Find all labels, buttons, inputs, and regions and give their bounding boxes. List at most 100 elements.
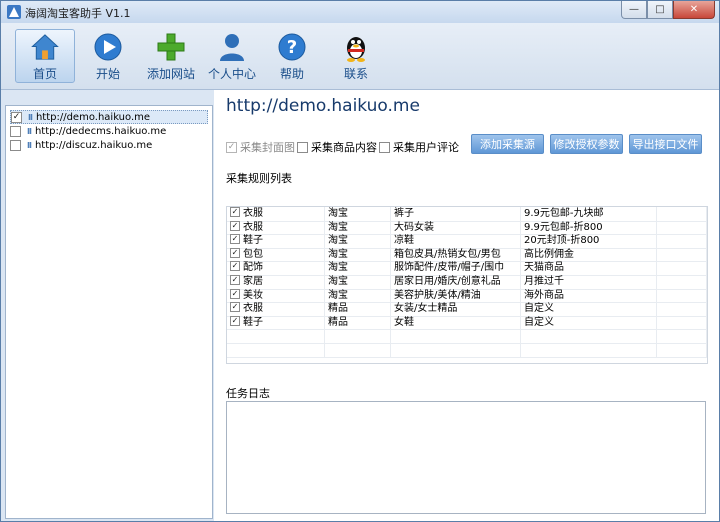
toolbar-personal-center-button[interactable]: 个人中心	[204, 29, 260, 83]
site-url: http://discuz.haikuo.me	[34, 139, 153, 151]
option-checkbox[interactable]	[379, 141, 390, 153]
table-cell	[521, 329, 657, 343]
cell-text: 女装/女士精品	[394, 303, 458, 315]
table-cell	[521, 343, 657, 357]
table-cell: 9.9元包邮-折800	[521, 220, 657, 235]
cell-text: 居家日用/婚庆/创意礼品	[394, 276, 501, 287]
table-row[interactable]: ✓ 衣服 精品 女装/女士精品 自定义	[227, 302, 707, 317]
table-row[interactable]: ✓ 衣服 淘宝 大码女装 9.9元包邮-折800	[227, 220, 707, 236]
toolbar-contact-button[interactable]: 联系	[333, 29, 379, 83]
edit-auth-button[interactable]: 修改授权参数	[550, 134, 623, 154]
table-cell: 大码女装	[391, 220, 521, 235]
rule-checkbox[interactable]: ✓	[230, 315, 240, 326]
option-checkbox[interactable]	[297, 141, 308, 153]
close-button[interactable]: ✕	[673, 1, 715, 19]
table-cell	[657, 275, 707, 289]
table-row[interactable]: ✓ 衣服 淘宝 裤子 9.9元包邮-九块邮	[227, 207, 707, 222]
table-row[interactable]: ✓ 鞋子 淘宝 凉鞋 20元封顶-折800	[227, 234, 707, 249]
table-cell: 淘宝	[325, 261, 391, 275]
toolbar-add-site-label: 添加网站	[146, 67, 195, 81]
table-cell: 箱包皮具/热销女包/男包	[391, 247, 521, 262]
cell-text: 美容护肤/美体/精油	[394, 289, 481, 301]
table-cell: 精品	[325, 315, 391, 330]
table-row[interactable]	[227, 343, 707, 358]
table-cell: 淘宝	[325, 247, 391, 262]
cell-text: 精品	[328, 316, 348, 328]
table-cell: 淘宝	[325, 288, 391, 303]
site-list-item[interactable]: II http://dedecms.haikuo.me	[10, 124, 208, 138]
cell-text: 淘宝	[328, 235, 348, 247]
table-cell: ✓ 包包	[227, 247, 325, 262]
table-cell	[657, 220, 707, 235]
option-checkbox[interactable]: ✓	[226, 141, 237, 153]
cell-text: 精品	[328, 303, 348, 315]
rule-checkbox[interactable]: ✓	[230, 220, 240, 231]
rules-table: ✓ 衣服 淘宝 裤子 9.9元包邮-九块邮 ✓ 衣服 淘宝 大码女装 9.9元包邮-折800 ✓ 鞋子…	[226, 206, 708, 364]
cell-text: 9.9元包邮-九块邮	[524, 208, 604, 219]
cell-text: 箱包皮具/热销女包/男包	[394, 248, 501, 260]
cell-text: 自定义	[524, 316, 554, 328]
table-cell	[325, 329, 391, 343]
table-cell: 女鞋	[391, 315, 521, 330]
table-row[interactable]: ✓ 鞋子 精品 女鞋 自定义	[227, 315, 707, 331]
toolbar-add-site-button[interactable]: 添加网站	[140, 29, 202, 83]
cell-text: 衣服	[243, 208, 263, 219]
rule-checkbox[interactable]: ✓	[230, 288, 240, 299]
site-checkbox[interactable]: ✓	[11, 111, 22, 123]
rule-checkbox[interactable]: ✓	[230, 207, 240, 217]
window-controls: — □ ✕	[621, 1, 715, 19]
table-cell	[657, 288, 707, 303]
rule-checkbox[interactable]: ✓	[230, 247, 240, 258]
site-checkbox[interactable]	[10, 125, 21, 137]
table-cell: 服饰配件/皮带/帽子/围巾	[391, 261, 521, 275]
table-cell: 月推过千	[521, 275, 657, 289]
rule-checkbox[interactable]: ✓	[230, 275, 240, 285]
table-cell: 高比例佣金	[521, 247, 657, 262]
table-row[interactable]: ✓ 配饰 淘宝 服饰配件/皮带/帽子/围巾 天猫商品	[227, 261, 707, 276]
export-api-button[interactable]: 导出接口文件	[629, 134, 702, 154]
table-row[interactable]: ✓ 家居 淘宝 居家日用/婚庆/创意礼品 月推过千	[227, 275, 707, 290]
table-cell: 精品	[325, 302, 391, 316]
site-url: http://demo.haikuo.me	[35, 111, 151, 123]
table-cell	[657, 343, 707, 357]
table-cell	[657, 234, 707, 248]
toolbar-home-button[interactable]: 首页	[15, 29, 75, 83]
cell-text: 配饰	[243, 262, 263, 274]
minimize-button[interactable]: —	[621, 1, 647, 19]
rule-checkbox[interactable]: ✓	[230, 261, 240, 272]
toolbar-contact-label: 联系	[343, 67, 368, 81]
toolbar-start-button[interactable]: 开始	[83, 29, 133, 83]
table-cell: 凉鞋	[391, 234, 521, 248]
help-icon: ?	[278, 33, 306, 61]
option-label: 采集封面图	[240, 141, 295, 154]
task-log-textarea[interactable]	[226, 401, 706, 514]
table-cell	[227, 343, 325, 357]
qq-penguin-icon	[347, 37, 365, 62]
table-row[interactable]: ✓ 美妆 淘宝 美容护肤/美体/精油 海外商品	[227, 288, 707, 304]
title-bar[interactable]: 海阔淘宝客助手 V1.1 — □ ✕	[1, 1, 719, 23]
cell-text: 衣服	[243, 221, 263, 233]
rule-checkbox[interactable]: ✓	[230, 302, 240, 313]
cell-text: 20元封顶-折800	[524, 235, 600, 247]
table-cell: 自定义	[521, 315, 657, 330]
table-row[interactable]: ✓ 包包 淘宝 箱包皮具/热销女包/男包 高比例佣金	[227, 247, 707, 263]
table-cell	[657, 207, 707, 221]
toolbar-help-button[interactable]: ? 帮助	[269, 29, 315, 83]
table-cell: 淘宝	[325, 234, 391, 248]
option-collect-cover[interactable]: ✓ 采集封面图	[226, 139, 295, 155]
table-cell: 女装/女士精品	[391, 302, 521, 316]
option-collect-content[interactable]: 采集商品内容	[297, 139, 377, 155]
table-row[interactable]	[227, 329, 707, 344]
cell-text: 衣服	[243, 303, 263, 315]
rule-checkbox[interactable]: ✓	[230, 234, 240, 245]
table-cell	[657, 329, 707, 343]
site-checkbox[interactable]	[10, 139, 21, 151]
cell-text: 9.9元包邮-折800	[524, 221, 603, 233]
add-source-button[interactable]: 添加采集源	[471, 134, 544, 154]
site-list-item[interactable]: ✓ II http://demo.haikuo.me	[10, 110, 208, 124]
site-list-item[interactable]: II http://discuz.haikuo.me	[10, 138, 208, 152]
table-cell	[325, 343, 391, 357]
toolbar-home-label: 首页	[32, 67, 57, 81]
option-collect-comments[interactable]: 采集用户评论	[379, 139, 459, 155]
maximize-button[interactable]: □	[647, 1, 673, 19]
